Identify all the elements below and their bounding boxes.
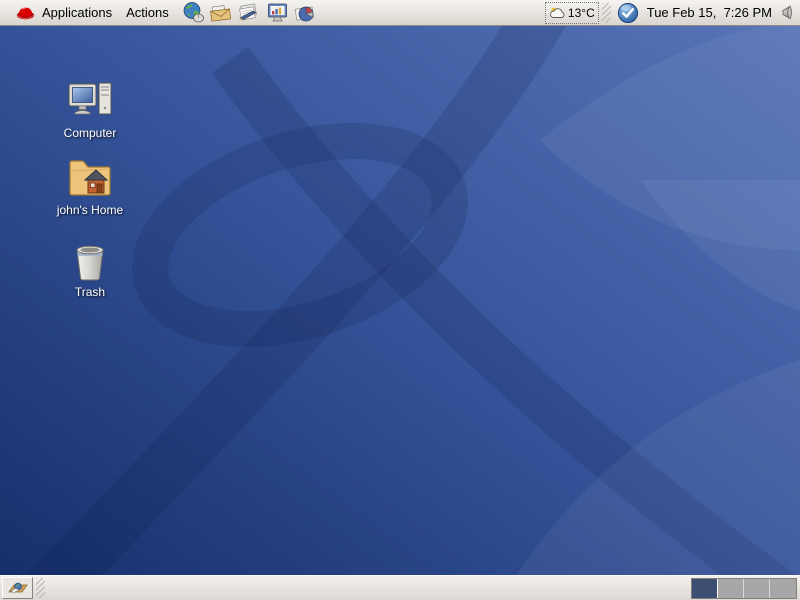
desktop-icon-label: john's Home [57, 203, 123, 217]
applications-menu[interactable]: Applications [35, 0, 119, 25]
launcher-group [181, 1, 318, 25]
workspace-2[interactable] [718, 579, 744, 598]
desktop-area[interactable]: Computer john's Home [0, 26, 800, 575]
web-browser-launcher-icon[interactable] [181, 1, 206, 25]
redhat-menu-icon[interactable] [16, 3, 35, 22]
spreadsheet-launcher-icon[interactable] [293, 1, 318, 25]
update-notifier-icon[interactable] [617, 2, 639, 24]
weather-temperature: 13°C [568, 6, 595, 20]
bottom-panel [0, 575, 800, 600]
window-list-drag-handle[interactable] [36, 578, 45, 598]
applet-drag-handle[interactable] [602, 3, 611, 23]
weather-applet[interactable]: 13°C [545, 2, 599, 24]
presentation-launcher-icon[interactable] [265, 1, 290, 25]
desktop-icon-trash[interactable]: Trash [35, 241, 145, 299]
workspace-switcher [691, 578, 797, 599]
actions-menu[interactable]: Actions [119, 0, 176, 25]
top-panel: Applications Actions [0, 0, 800, 26]
show-desktop-button[interactable] [2, 577, 33, 599]
word-processor-launcher-icon[interactable] [237, 1, 262, 25]
desktop-icon-label: Trash [75, 285, 105, 299]
desktop-icon-computer[interactable]: Computer [35, 80, 145, 140]
desktop-icon-home[interactable]: john's Home [35, 157, 145, 217]
clock-applet[interactable]: Tue Feb 15, 7:26 PM [647, 5, 772, 20]
home-folder-icon [66, 157, 114, 201]
trash-icon [71, 241, 109, 283]
volume-icon[interactable] [777, 4, 794, 21]
email-launcher-icon[interactable] [209, 1, 234, 25]
desktop-icon-label: Computer [64, 126, 117, 140]
computer-icon [67, 80, 113, 124]
show-desktop-icon [7, 579, 29, 597]
workspace-1[interactable] [692, 579, 718, 598]
workspace-3[interactable] [744, 579, 770, 598]
weather-cloud-icon [549, 6, 566, 20]
workspace-4[interactable] [770, 579, 796, 598]
